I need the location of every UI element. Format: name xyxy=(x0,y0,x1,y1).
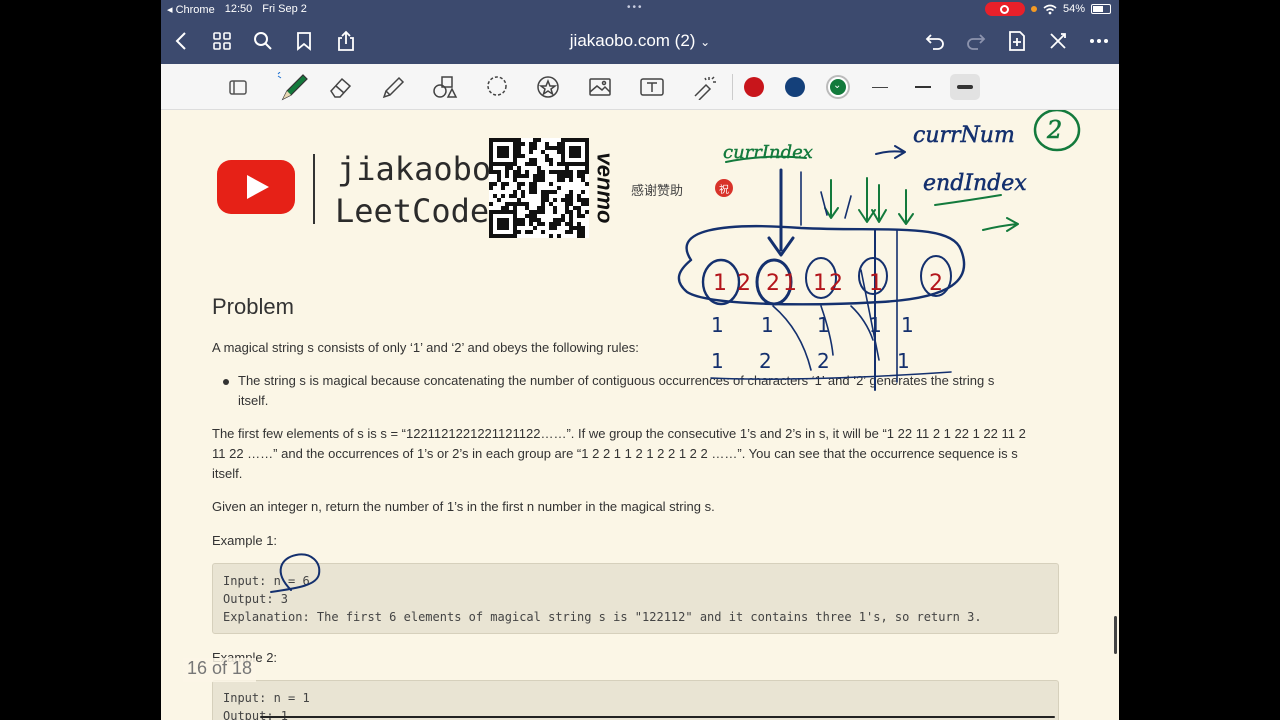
ink-array-digit: 1 xyxy=(869,271,883,296)
ink-curr-num: currNum xyxy=(913,123,1015,148)
ink-array-digit: 1 xyxy=(813,271,827,296)
ink-array-digit: 2 xyxy=(737,271,751,296)
chevron-down-icon: ⌄ xyxy=(833,80,842,91)
description-line-3: itself. xyxy=(212,466,243,481)
description-line-1: The first few elements of s is s = “1221… xyxy=(212,426,1026,441)
example-2-output: Output: 1 xyxy=(223,709,289,720)
undo-icon[interactable] xyxy=(923,29,947,53)
sticker-tool-icon[interactable] xyxy=(533,72,563,102)
ink-array-digit: 2 xyxy=(829,271,843,296)
lasso-tool-icon[interactable] xyxy=(482,72,512,102)
color-swatch-red[interactable] xyxy=(744,77,764,97)
stroke-thin-option[interactable] xyxy=(865,74,895,100)
battery-icon xyxy=(1091,4,1111,14)
ink-count-digit: 1 xyxy=(817,313,830,337)
sponsor-thanks: 感谢赞助 xyxy=(631,183,684,198)
shapes-tool-icon[interactable] xyxy=(430,72,460,102)
status-bar: ◂ Chrome 12:50 Fri Sep 2 ••• 54% xyxy=(161,0,1119,18)
example-1-code: Input: n = 6 Output: 3 Explanation: The … xyxy=(212,563,1059,634)
color-swatch-blue[interactable] xyxy=(785,77,805,97)
mic-indicator-icon xyxy=(1030,6,1037,12)
example-2-title: Example 2: xyxy=(212,650,278,665)
eraser-tool-icon[interactable] xyxy=(326,72,356,102)
stroke-medium-option[interactable] xyxy=(908,74,938,100)
example-2-input: Input: n = 1 xyxy=(223,691,310,705)
ink-end-index: endIndex xyxy=(923,171,1027,196)
ink-count-digit: 1 xyxy=(761,313,774,337)
example-1-output: Output: 3 xyxy=(223,592,289,606)
qr-code-image xyxy=(489,138,589,238)
back-to-app[interactable]: ◂ Chrome xyxy=(167,3,215,16)
image-tool-icon[interactable] xyxy=(585,72,615,102)
status-time: 12:50 xyxy=(224,3,253,15)
wifi-icon xyxy=(1043,4,1057,14)
more-icon[interactable] xyxy=(1087,29,1111,53)
brand-name: jiakaobo xyxy=(337,150,492,188)
ink-curr-index: currIndex xyxy=(723,142,813,163)
ink-array-digit: 1 xyxy=(713,271,727,296)
stroke-thick-option-selected[interactable] xyxy=(950,74,980,100)
read-mode-icon[interactable] xyxy=(223,72,253,102)
ink-curr-num-value: 2 xyxy=(1046,116,1062,144)
example-1-input: Input: n = 6 xyxy=(223,574,310,588)
venmo-logo: venmo xyxy=(592,152,618,224)
pdf-page: jiakaobo LeetCode venmo 感谢赞助 祝 Problem A… xyxy=(161,110,1119,720)
task-statement: Given an integer n, return the number of… xyxy=(212,499,715,514)
add-page-icon[interactable] xyxy=(1005,29,1029,53)
example-1-title: Example 1: xyxy=(212,533,278,548)
page-indicator: 16 of 18 xyxy=(183,658,257,682)
scrollbar-thumb[interactable] xyxy=(1114,616,1117,654)
ipad-screen: ◂ Chrome 12:50 Fri Sep 2 ••• 54% jiakaob… xyxy=(161,0,1119,720)
blessing-badge: 祝 xyxy=(715,179,733,197)
example-2-code: Input: n = 1 Output: 1 xyxy=(212,680,1059,720)
close-tools-icon[interactable] xyxy=(1046,29,1070,53)
redo-icon[interactable] xyxy=(964,29,988,53)
ink-count-digit: 1 xyxy=(711,313,724,337)
rule-line-2: itself. xyxy=(238,393,269,408)
nav-bar: jiakaobo.com (2) ⌄ xyxy=(161,18,1119,64)
ink-array-digit: 2 xyxy=(929,271,943,296)
youtube-logo xyxy=(217,160,295,214)
laser-pointer-icon[interactable] xyxy=(689,72,719,102)
annotation-toolbar: ⌄ xyxy=(161,64,1119,110)
battery-percent: 54% xyxy=(1062,3,1085,15)
bullet-point xyxy=(223,379,229,385)
brand-subtitle: LeetCode xyxy=(335,192,490,230)
pen-tool-icon[interactable] xyxy=(274,72,310,102)
rule-line-1: The string s is magical because concaten… xyxy=(238,373,995,388)
highlighter-tool-icon[interactable] xyxy=(378,72,408,102)
section-heading: Problem xyxy=(212,294,294,319)
banner-divider xyxy=(313,154,315,224)
ink-array-digit: 2 xyxy=(766,271,780,296)
screen-recording-icon[interactable] xyxy=(984,2,1025,16)
ink-count-digit: 1 xyxy=(869,313,882,337)
toolbar-divider xyxy=(732,74,733,100)
text-tool-icon[interactable] xyxy=(637,72,667,102)
example-1-explanation: Explanation: The first 6 elements of mag… xyxy=(223,610,982,624)
status-date: Fri Sep 2 xyxy=(262,3,307,15)
ink-count-digit: 1 xyxy=(901,313,914,337)
description-line-2: 11 22 ……” and the occurrences of 1’s or … xyxy=(212,446,1018,461)
problem-intro: A magical string s consists of only ‘1’ … xyxy=(212,340,639,355)
multitask-dots[interactable]: ••• xyxy=(627,2,644,13)
ink-array-digit: 1 xyxy=(783,271,797,296)
color-swatch-green-selected[interactable]: ⌄ xyxy=(828,77,848,97)
